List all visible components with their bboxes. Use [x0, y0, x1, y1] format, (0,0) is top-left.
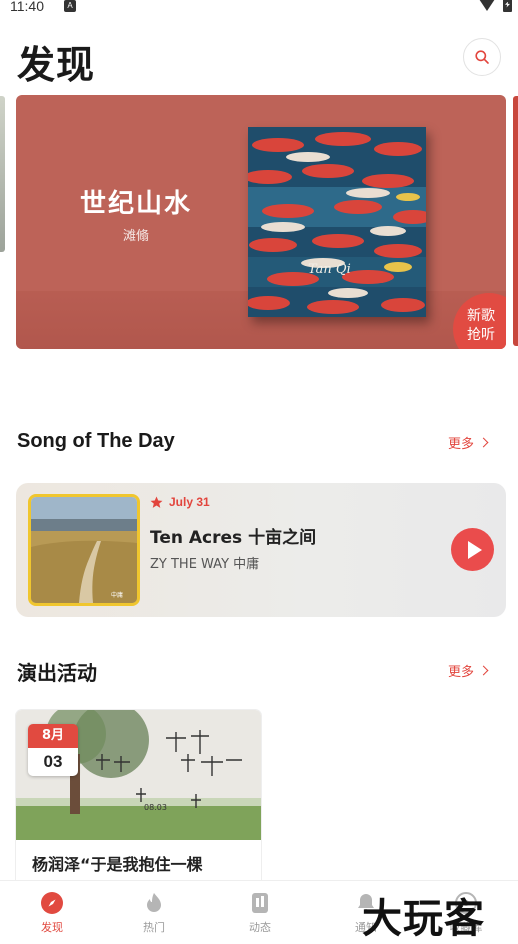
svg-text:Tan Qi: Tan Qi	[308, 262, 351, 277]
more-label: 更多	[448, 665, 475, 680]
wifi-icon	[479, 0, 495, 11]
banner-prev-peek[interactable]	[0, 96, 5, 252]
flame-icon	[147, 893, 161, 912]
event-date-badge: 8月 03	[28, 724, 78, 776]
song-of-day-heading: Song of The Day	[17, 430, 175, 452]
page-title: 发现	[17, 43, 96, 87]
song-date-label: July 31	[169, 495, 210, 509]
search-button[interactable]	[463, 38, 501, 76]
notification-badge-icon: A	[64, 0, 76, 12]
feed-icon	[252, 893, 268, 913]
featured-banner[interactable]: 世纪山水 滩翛 Tan Qi 新歌抢听	[16, 95, 506, 349]
song-cover: 中庸	[28, 494, 140, 606]
star-icon	[150, 496, 163, 508]
tab-label: 发现	[41, 921, 63, 934]
battery-icon	[503, 0, 512, 12]
tab-label: 热门	[143, 921, 165, 934]
tab-discover[interactable]: 发现	[0, 881, 104, 944]
more-label: 更多	[448, 437, 475, 452]
song-of-day-card[interactable]: 中庸 July 31 Ten Acres 十亩之间 ZY THE WAY 中庸	[16, 483, 506, 617]
compass-icon	[41, 892, 63, 914]
song-title: Ten Acres 十亩之间	[150, 528, 317, 548]
status-bar: 11:40 A	[0, 0, 518, 18]
watermark-logo: 大玩客	[362, 895, 485, 942]
banner-title: 世纪山水	[79, 189, 192, 219]
song-of-day-more-link[interactable]: 更多	[448, 433, 489, 452]
event-title: 杨润泽“于是我抱住一棵	[32, 855, 203, 874]
song-date: July 31	[150, 495, 210, 509]
song-artist: ZY THE WAY 中庸	[150, 557, 260, 572]
svg-text:08.03: 08.03	[144, 803, 167, 812]
status-icons	[479, 0, 512, 12]
chevron-right-icon	[478, 665, 489, 676]
search-icon	[475, 50, 489, 64]
status-time: 11:40	[10, 0, 44, 14]
tab-label: 动态	[249, 921, 271, 934]
chevron-right-icon	[478, 437, 489, 448]
svg-text:中庸: 中庸	[111, 591, 123, 599]
event-day: 03	[28, 748, 78, 776]
tab-hot[interactable]: 热门	[102, 881, 206, 944]
play-icon	[467, 540, 482, 559]
banner-next-peek[interactable]	[513, 96, 518, 346]
event-month: 8月	[28, 724, 78, 748]
album-cover: Tan Qi	[248, 127, 426, 317]
play-button[interactable]	[451, 528, 494, 571]
tab-feed[interactable]: 动态	[208, 881, 312, 944]
events-heading: 演出活动	[17, 663, 97, 685]
events-more-link[interactable]: 更多	[448, 661, 489, 680]
banner-artist: 滩翛	[122, 229, 149, 244]
new-song-badge-label: 新歌抢听	[467, 308, 495, 343]
event-card[interactable]: 08.03 8月 03 杨润泽“于是我抱住一棵	[16, 710, 261, 890]
